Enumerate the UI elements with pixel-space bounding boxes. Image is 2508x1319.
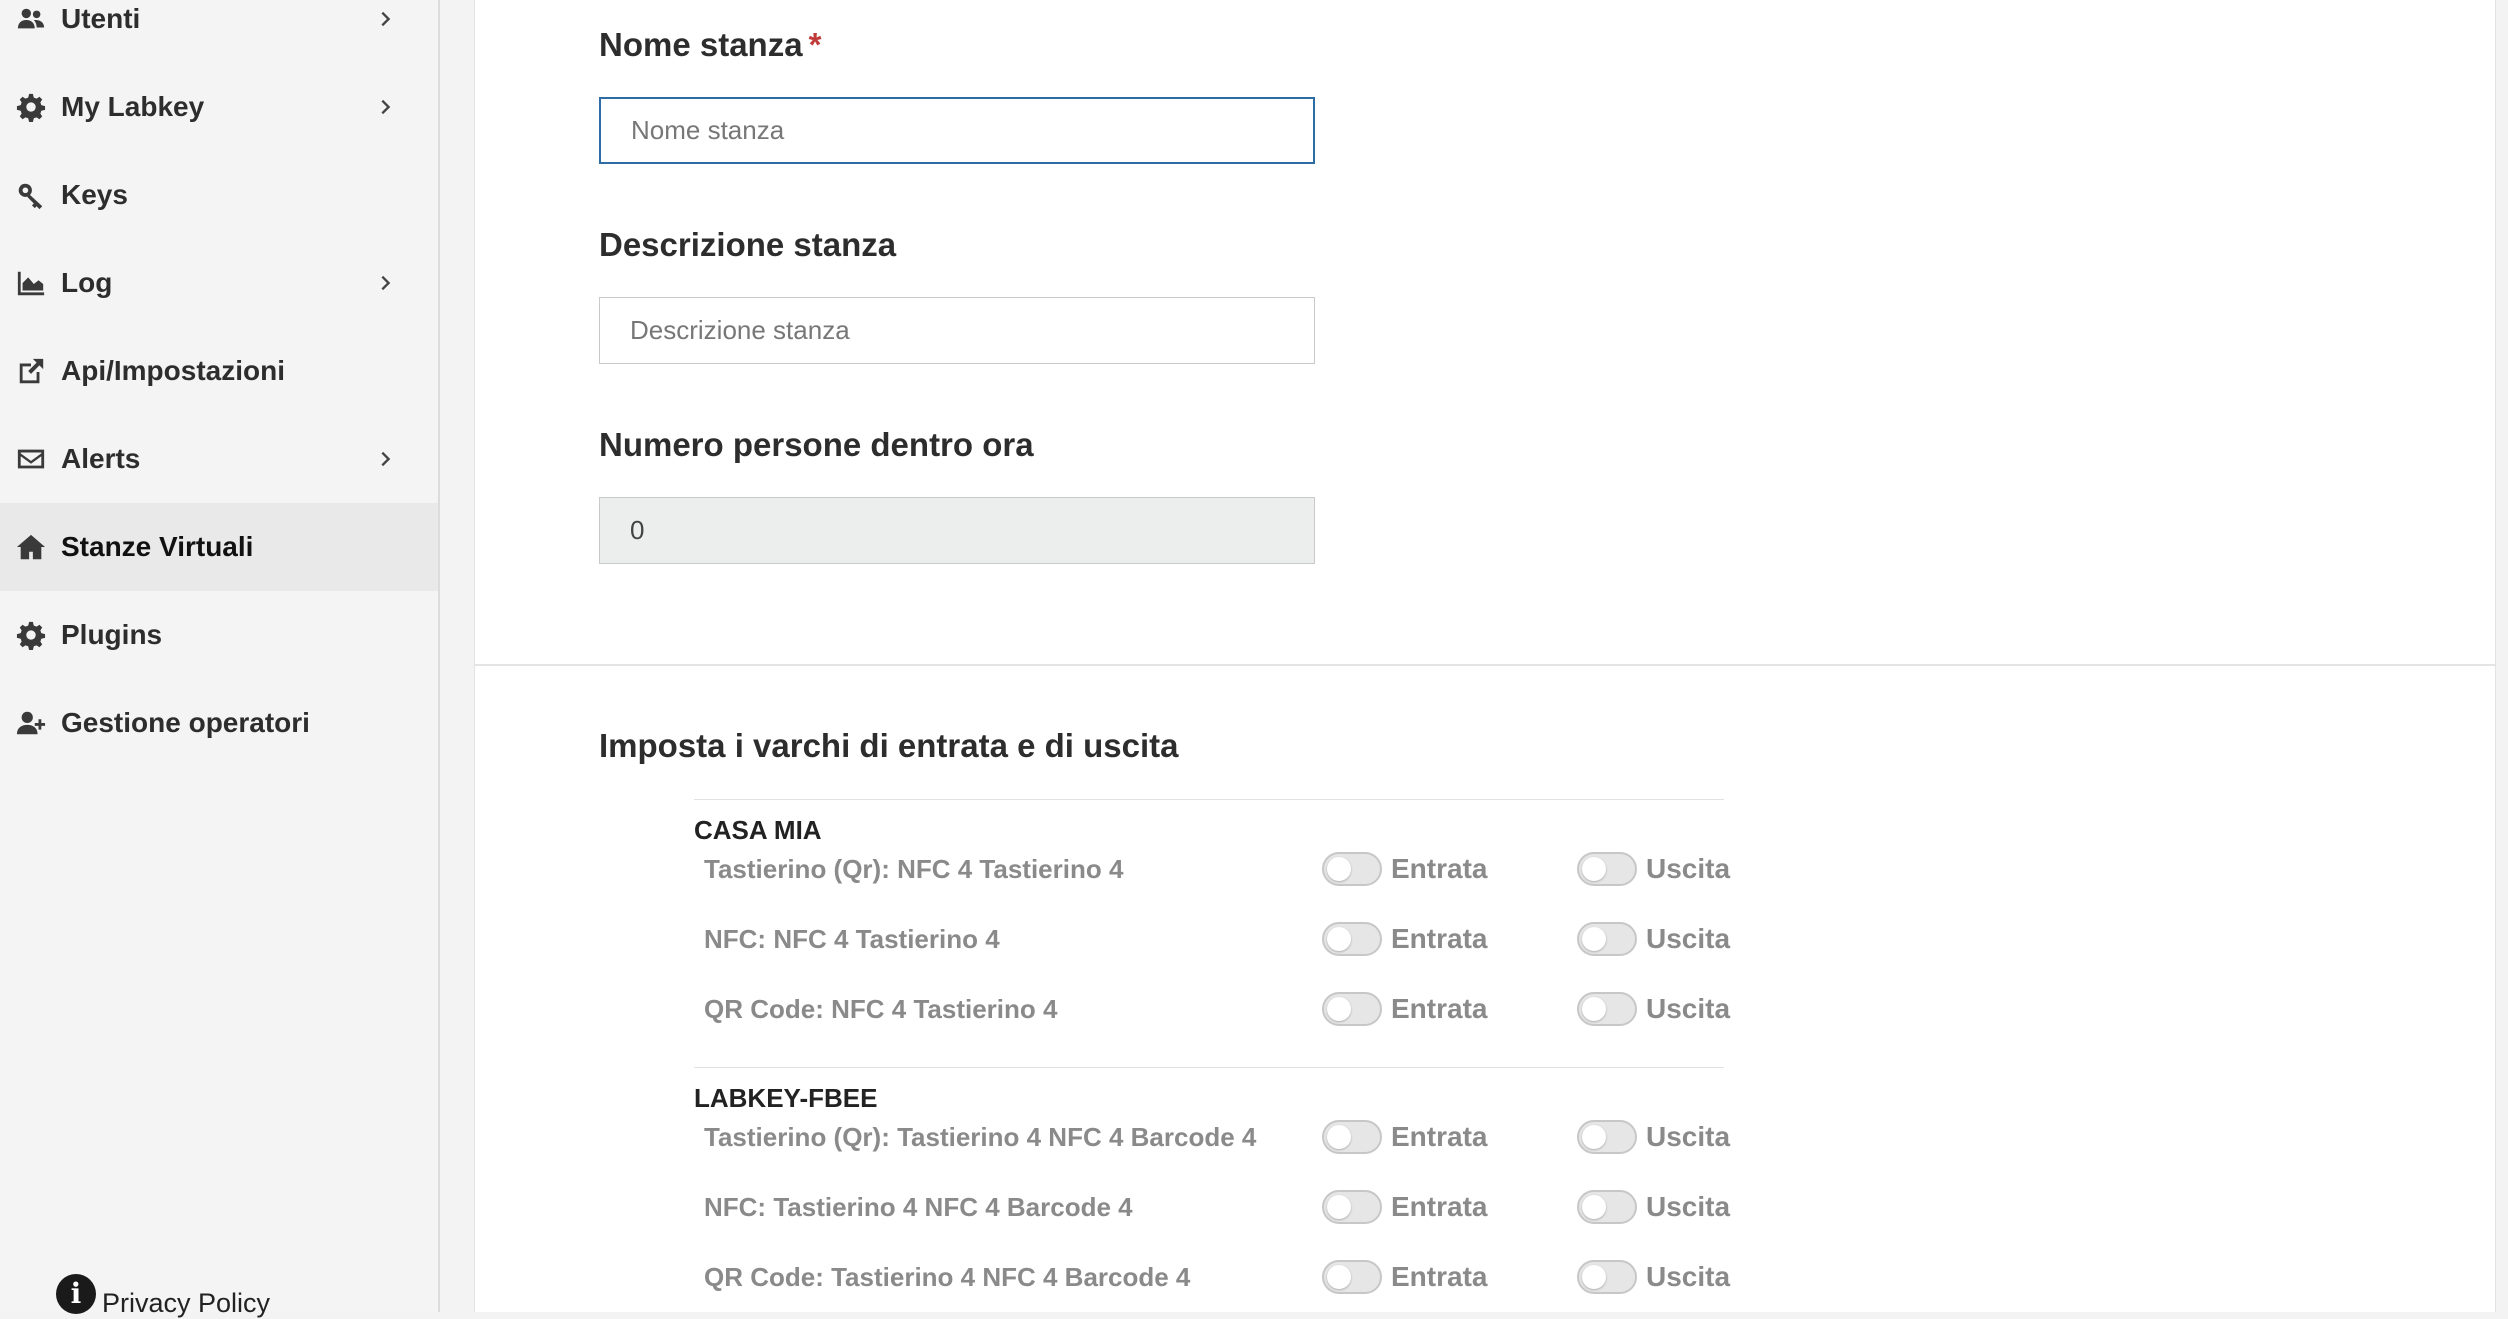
- sidebar-item-label: Log: [61, 267, 113, 298]
- toggle-knob: [1327, 1195, 1351, 1219]
- gate-row-label: Tastierino (Qr): NFC 4 Tastierino 4: [704, 854, 1124, 884]
- exit-label: Uscita: [1646, 1121, 1731, 1152]
- toggle-knob: [1327, 857, 1351, 881]
- gate-row-label: QR Code: Tastierino 4 NFC 4 Barcode 4: [704, 1262, 1191, 1292]
- toggle-knob: [1582, 997, 1606, 1021]
- group-divider: [694, 799, 1724, 800]
- gates-section-title: Imposta i varchi di entrata e di uscita: [599, 727, 1179, 764]
- people-inside-label: Numero persone dentro ora: [599, 426, 1034, 463]
- group-divider: [694, 1067, 1724, 1068]
- chevron-right-icon: [374, 448, 396, 470]
- entry-toggle[interactable]: [1322, 1120, 1382, 1154]
- key-icon: [14, 178, 48, 212]
- chevron-right-icon: [374, 96, 396, 118]
- toggle-knob: [1327, 927, 1351, 951]
- entry-label: Entrata: [1391, 923, 1488, 954]
- sidebar-item-alerts[interactable]: Alerts: [0, 415, 438, 503]
- gate-row-label: QR Code: NFC 4 Tastierino 4: [704, 994, 1058, 1024]
- envelope-icon: [14, 442, 48, 476]
- toggle-knob: [1327, 1125, 1351, 1149]
- toggle-knob: [1582, 857, 1606, 881]
- sidebar-item-label: Keys: [61, 179, 128, 210]
- exit-toggle[interactable]: [1577, 1190, 1637, 1224]
- sidebar-item-api-impostazioni[interactable]: Api/Impostazioni: [0, 327, 438, 415]
- sidebar-item-label: Api/Impostazioni: [61, 355, 285, 386]
- gate-row-label: NFC: NFC 4 Tastierino 4: [704, 924, 1000, 954]
- room-description-label: Descrizione stanza: [599, 226, 897, 263]
- toggle-knob: [1327, 1265, 1351, 1289]
- sidebar-item-gestione-operatori[interactable]: Gestione operatori: [0, 679, 438, 767]
- sidebar-item-label: Plugins: [61, 619, 163, 650]
- toggle-knob: [1327, 997, 1351, 1021]
- toggle-knob: [1582, 1195, 1606, 1219]
- sidebar-item-label: Alerts: [61, 443, 141, 474]
- home-icon: [14, 530, 48, 564]
- exit-toggle[interactable]: [1577, 852, 1637, 886]
- sidebar-item-label: Stanze Virtuali: [61, 531, 254, 562]
- room-name-label-text: Nome stanza: [599, 26, 803, 63]
- entry-toggle[interactable]: [1322, 852, 1382, 886]
- exit-label: Uscita: [1646, 1261, 1731, 1292]
- entry-toggle[interactable]: [1322, 1260, 1382, 1294]
- sidebar-item-label: My Labkey: [61, 91, 205, 122]
- exit-label: Uscita: [1646, 1191, 1731, 1222]
- external-link-icon: [14, 354, 48, 388]
- entry-label: Entrata: [1391, 1191, 1488, 1222]
- exit-toggle[interactable]: [1577, 922, 1637, 956]
- people-inside-field: [599, 497, 1315, 564]
- sidebar: Utenti My Labkey Keys Log Api/Impostazio…: [0, 0, 440, 1318]
- entry-label: Entrata: [1391, 1261, 1488, 1292]
- sidebar-item-my-labkey[interactable]: My Labkey: [0, 63, 438, 151]
- entry-label: Entrata: [1391, 853, 1488, 884]
- entry-toggle[interactable]: [1322, 1190, 1382, 1224]
- entry-label: Entrata: [1391, 1121, 1488, 1152]
- toggle-knob: [1582, 927, 1606, 951]
- sidebar-item-keys[interactable]: Keys: [0, 151, 438, 239]
- section-divider: [475, 664, 2495, 666]
- entry-toggle[interactable]: [1322, 992, 1382, 1026]
- sidebar-item-label: Utenti: [61, 3, 141, 34]
- user-plus-icon: [14, 706, 48, 740]
- toggle-knob: [1582, 1265, 1606, 1289]
- chevron-right-icon: [374, 8, 396, 30]
- gate-row-label: NFC: Tastierino 4 NFC 4 Barcode 4: [704, 1192, 1133, 1222]
- sidebar-item-plugins[interactable]: Plugins: [0, 591, 438, 679]
- exit-toggle[interactable]: [1577, 1120, 1637, 1154]
- exit-label: Uscita: [1646, 853, 1731, 884]
- exit-label: Uscita: [1646, 923, 1731, 954]
- gear-icon: [14, 90, 48, 124]
- sidebar-item-utenti[interactable]: Utenti: [0, 0, 438, 63]
- room-form-panel: Nome stanza* Descrizione stanza Numero p…: [474, 0, 2496, 1312]
- entry-label: Entrata: [1391, 993, 1488, 1024]
- room-name-input[interactable]: [599, 97, 1315, 164]
- info-circle-icon: i: [56, 1273, 96, 1314]
- room-name-label: Nome stanza *: [599, 26, 821, 64]
- room-description-input[interactable]: [599, 297, 1315, 364]
- users-icon: [14, 2, 48, 36]
- chevron-right-icon: [374, 272, 396, 294]
- gate-row-label: Tastierino (Qr): Tastierino 4 NFC 4 Barc…: [704, 1122, 1257, 1152]
- sidebar-item-label: Gestione operatori: [61, 707, 310, 738]
- exit-toggle[interactable]: [1577, 992, 1637, 1026]
- required-mark: *: [808, 26, 822, 63]
- gate-group-name: LABKEY-FBEE: [694, 1083, 878, 1113]
- toggle-knob: [1582, 1125, 1606, 1149]
- entry-toggle[interactable]: [1322, 922, 1382, 956]
- sidebar-item-stanze-virtuali[interactable]: Stanze Virtuali: [0, 503, 438, 591]
- exit-label: Uscita: [1646, 993, 1731, 1024]
- exit-toggle[interactable]: [1577, 1260, 1637, 1294]
- gate-group-name: CASA MIA: [694, 815, 822, 845]
- privacy-policy-link[interactable]: i Privacy Policy: [56, 1268, 270, 1319]
- sidebar-item-log[interactable]: Log: [0, 239, 438, 327]
- area-chart-icon: [14, 266, 48, 300]
- gear-icon: [14, 618, 48, 652]
- privacy-policy-label: Privacy Policy: [102, 1288, 271, 1318]
